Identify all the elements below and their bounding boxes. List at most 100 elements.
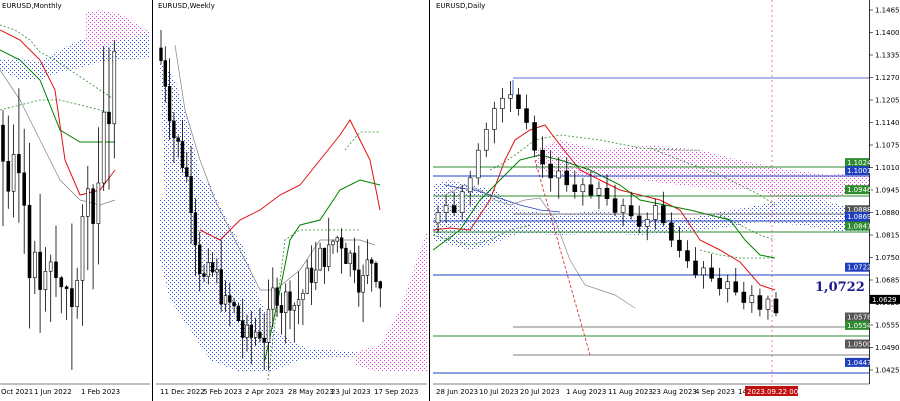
candle-body xyxy=(54,261,58,278)
candle-body xyxy=(112,50,117,125)
candle-body xyxy=(361,275,365,293)
level-tag-label: 1.0578 xyxy=(847,314,872,322)
candle-body xyxy=(17,154,21,174)
candle-body xyxy=(232,301,236,307)
candle-body xyxy=(540,149,545,165)
candle-body xyxy=(180,141,185,168)
date-label: 10 Jul 2023 xyxy=(479,388,519,396)
candle-body xyxy=(301,293,305,300)
candle-body xyxy=(206,262,210,277)
candle-body xyxy=(604,187,610,199)
candle-body xyxy=(198,244,202,274)
candle-body xyxy=(765,298,771,310)
candle-body xyxy=(348,252,352,264)
pane-weekly[interactable]: EURUSD,Weekly 11 Dec 2022 5 Feb 2023 2 A… xyxy=(156,2,427,396)
cursor-date-label: 2023.09.22 00:00 xyxy=(747,388,809,396)
candle-body xyxy=(344,247,348,264)
candle-body xyxy=(588,184,594,196)
date-label: 1 Feb 2023 xyxy=(81,388,120,396)
candle-body xyxy=(492,108,497,130)
date-label: 23 Jul 2023 xyxy=(331,388,371,396)
candle-body xyxy=(725,281,731,289)
candle-body xyxy=(262,337,266,343)
price-tick-label: 1.0750 xyxy=(875,254,900,262)
candle-body xyxy=(176,137,180,142)
level-tag-label: 1.0447 xyxy=(847,359,872,367)
candle-body xyxy=(1,124,5,162)
candle-body xyxy=(107,111,111,125)
candle-body xyxy=(309,267,314,283)
price-tick-label: 1.1270 xyxy=(875,74,900,82)
price-tick-label: 1.0425 xyxy=(875,367,900,375)
candle-body xyxy=(172,120,176,139)
candle-body xyxy=(223,295,228,305)
candle-body xyxy=(669,222,674,241)
candle-body xyxy=(374,263,378,282)
candle-body xyxy=(288,291,292,311)
candle-body xyxy=(236,305,241,322)
candle-body xyxy=(210,262,215,273)
candle-body xyxy=(636,215,642,227)
candle-body xyxy=(685,250,690,262)
price-scale[interactable]: 1.1465 1.1400 1.1335 1.1270 1.1205 1.1140 1.10… xyxy=(869,7,900,375)
candle-body xyxy=(167,86,172,122)
candle-body xyxy=(266,308,271,343)
pane-daily[interactable]: 1,0722 EURUSD,Daily 1.14651.14001.13351.… xyxy=(433,0,900,396)
candle-body xyxy=(378,281,382,289)
candle-body xyxy=(59,277,64,288)
pane-title: EURUSD,Weekly xyxy=(158,2,215,10)
candle-body xyxy=(548,163,553,179)
candle-body xyxy=(572,184,578,193)
candle-body xyxy=(556,170,562,179)
level-tag-label: 1.0841 xyxy=(847,223,872,231)
price-tick-label: 1.1140 xyxy=(875,119,900,127)
price-tick-label: 1.1010 xyxy=(875,164,900,172)
level-tag-label: 1.0500 xyxy=(847,341,872,349)
candle-body xyxy=(677,239,682,251)
candle-body xyxy=(202,273,206,277)
candle-body xyxy=(357,269,361,293)
level-tag-label: 1.1024 xyxy=(847,159,872,167)
level-tag-label: 1.0869 xyxy=(847,213,872,221)
candle-body xyxy=(331,240,335,246)
date-label: 5 Feb 2023 xyxy=(203,388,242,396)
candle-body xyxy=(326,244,331,267)
level-tag-label: 1.0946 xyxy=(847,186,872,194)
candle-body xyxy=(757,295,763,310)
price-tick-label: 1.1400 xyxy=(875,29,900,37)
candle-body xyxy=(580,184,586,193)
candle-body xyxy=(500,97,505,109)
candle-body xyxy=(717,277,722,289)
candle-body xyxy=(733,281,739,293)
candle-body xyxy=(475,149,481,179)
candle-body xyxy=(101,111,106,184)
price-tick-label: 1.0555 xyxy=(875,322,900,330)
candle-body xyxy=(75,280,79,308)
candle-body xyxy=(38,251,42,290)
candle-body xyxy=(80,216,85,281)
date-label: 28 May 2023 xyxy=(288,388,334,396)
candle-body xyxy=(467,177,473,193)
candle-body xyxy=(279,305,284,313)
candle-body xyxy=(564,170,570,186)
price-tick-label: 1.0880 xyxy=(875,209,900,217)
candle-body xyxy=(435,212,441,224)
price-tick-label: 1.0685 xyxy=(875,277,900,285)
candle-body xyxy=(652,205,658,220)
candle-body xyxy=(644,219,650,227)
candle-body xyxy=(508,94,513,99)
price-tick-label: 1.0490 xyxy=(875,344,900,352)
candle-body xyxy=(628,205,634,217)
pane-title: EURUSD,Daily xyxy=(436,2,485,10)
date-label: 17 Sep 2023 xyxy=(374,388,418,396)
candle-body xyxy=(443,205,449,213)
date-label: Oct 2021 xyxy=(1,388,33,396)
candle-body xyxy=(96,182,101,224)
candle-body xyxy=(271,287,275,310)
pane-monthly[interactable]: EURUSD,Monthly Oct 2021 1 Jun 2022 1 Feb… xyxy=(0,0,150,401)
candle-body xyxy=(709,267,714,279)
date-label: 28 Jun 2023 xyxy=(436,388,478,396)
candle-body xyxy=(292,305,296,311)
candle-body xyxy=(314,269,318,283)
candle-body xyxy=(296,299,301,306)
